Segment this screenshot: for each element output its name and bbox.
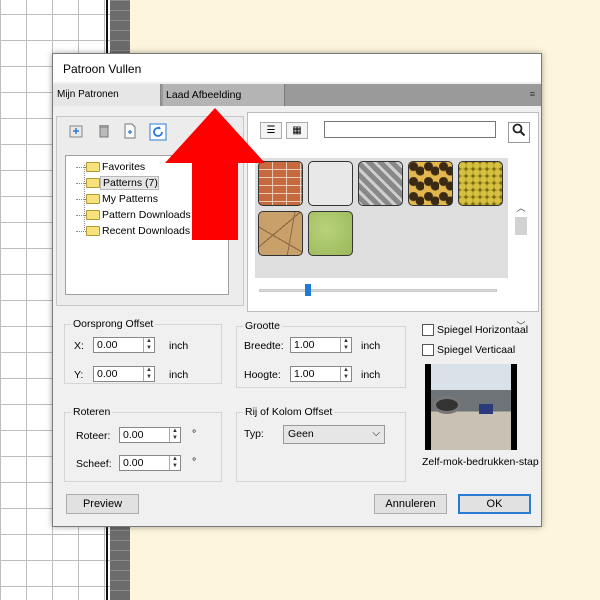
tab-load-image[interactable]: Laad Afbeelding [163,84,285,106]
red-arrow-annotation [165,108,265,240]
y-label: Y: [74,369,84,381]
skew-label: Scheef: [76,458,112,470]
dialog-titlebar: Patroon Vullen [53,54,541,82]
tree-item-label: Patterns (7) [100,176,159,190]
origin-offset-group: Oorsprong Offset X: 0.00 ▲ ▼ inch Y: 0.00 ▲… [64,318,222,384]
folder-icon [86,210,100,220]
group-title: Oorsprong Offset [71,318,156,330]
group-title: Rij of Kolom Offset [243,406,335,418]
search-icon[interactable] [508,122,530,143]
pattern-grid [255,158,508,278]
width-label: Breedte: [244,340,284,352]
row-column-offset-group: Rij of Kolom Offset Typ: Geen ⌵ [236,406,406,482]
tab-my-patterns[interactable]: Mijn Patronen [53,84,161,106]
folder-icon [86,178,100,188]
height-label: Hoogte: [244,369,281,381]
height-unit: inch [361,369,381,381]
rotate-group: Roteren Roteer: 0.00 ▲ ▼ ° Scheef: 0.00 ▲ ▼ … [64,406,222,482]
trash-icon[interactable] [95,123,113,141]
tab-menu-icon[interactable]: ≡ [530,89,535,99]
pattern-thumb-leopard[interactable] [408,161,453,206]
group-title: Grootte [243,320,283,332]
search-input[interactable] [324,121,496,138]
preview-caption: Zelf-mok-bedrukken-stap [422,456,539,468]
type-label: Typ: [244,428,264,440]
tree-item-label: Favorites [102,161,146,173]
tree-item-label: My Patterns [102,193,159,205]
mirror-horizontal-label: Spiegel Horizontaal [437,324,529,336]
preview-image [425,364,517,450]
chevron-down-icon: ⌵ [372,428,380,439]
group-title: Roteren [71,406,113,418]
import-icon[interactable] [67,123,85,141]
y-unit: inch [169,369,189,381]
rotate-field[interactable]: 0.00 ▲ ▼ [119,427,181,443]
pattern-thumb-blank[interactable] [308,161,353,206]
offset-type-select[interactable]: Geen ⌵ [283,425,385,444]
mirror-horizontal-checkbox[interactable] [422,324,434,336]
cancel-button[interactable]: Annuleren [374,494,447,514]
tab-bar: Mijn Patronen Laad Afbeelding ≡ [53,84,541,106]
pattern-fill-dialog: Patroon Vullen Mijn Patronen Laad Afbeel… [52,53,542,527]
pattern-browser-panel: ☰ ▦ ︿ ﹀ [247,112,539,331]
ok-button[interactable]: OK [458,494,531,514]
folder-icon [86,162,100,172]
skew-unit: ° [192,456,197,468]
width-field[interactable]: 1.00 ▲ ▼ [290,337,352,353]
y-offset-field[interactable]: 0.00 ▲ ▼ [93,366,155,382]
x-label: X: [74,340,84,352]
new-file-icon[interactable] [121,123,139,141]
x-unit: inch [169,340,189,352]
thumbnail-size-track[interactable] [259,289,497,292]
pattern-thumb-diamond-plate[interactable] [358,161,403,206]
size-group: Grootte Breedte: 1.00 ▲ ▼ inch Hoogte: 1.0… [236,320,406,388]
scrollbar-thumb[interactable] [515,217,527,235]
pattern-thumb-hex-mesh[interactable] [458,161,503,206]
folder-icon [86,194,100,204]
pattern-thumb-green[interactable] [308,211,353,256]
dialog-title: Patroon Vullen [63,62,142,76]
rotate-label: Roteer: [76,430,111,442]
preview-button[interactable]: Preview [66,494,139,514]
skew-field[interactable]: 0.00 ▲ ▼ [119,455,181,471]
scroll-up-icon[interactable]: ︿ [515,201,527,214]
mirror-vertical-label: Spiegel Verticaal [437,344,516,356]
thumbnail-size-slider[interactable] [305,284,311,296]
rotate-unit: ° [192,428,197,440]
x-offset-field[interactable]: 0.00 ▲ ▼ [93,337,155,353]
width-unit: inch [361,340,381,352]
grid-view-icon[interactable]: ▦ [286,122,308,139]
pattern-scrollbar[interactable]: ︿ ﹀ [515,201,527,331]
height-field[interactable]: 1.00 ▲ ▼ [290,366,352,382]
mirror-vertical-checkbox[interactable] [422,344,434,356]
folder-icon [86,226,100,236]
